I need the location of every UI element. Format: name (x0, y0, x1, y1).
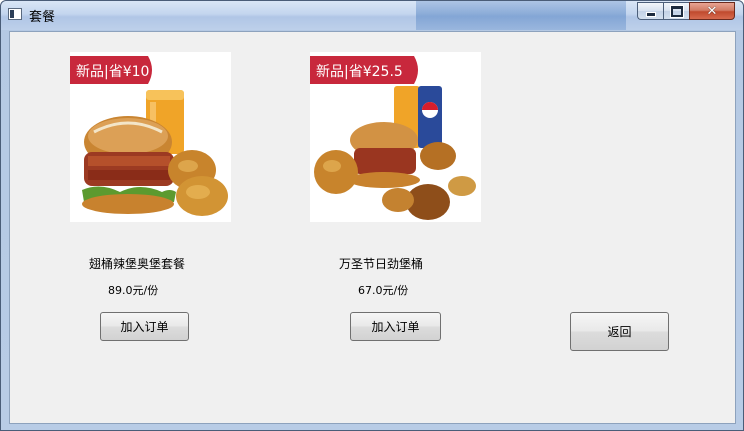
minimize-button[interactable] (637, 2, 663, 20)
product-price: 89.0元/份 (108, 284, 159, 297)
burger-combo-image: 新品|省¥10 (70, 56, 228, 216)
badge-text: 新品|省¥10 (76, 64, 149, 80)
app-icon (8, 8, 22, 20)
product-image: 新品|省¥25.5 (310, 52, 481, 222)
window: 套餐 ✕ 新品|省¥10 翅桶辣堡奥堡套餐 89.0元/份 加入订单 新品|省¥… (0, 0, 744, 431)
title-bar[interactable]: 套餐 ✕ (1, 1, 743, 30)
product-image: 新品|省¥10 (70, 52, 231, 222)
client-area: 新品|省¥10 翅桶辣堡奥堡套餐 89.0元/份 加入订单 新品|省¥25.5 … (9, 31, 736, 424)
close-button[interactable]: ✕ (689, 2, 735, 20)
product-name: 翅桶辣堡奥堡套餐 (89, 257, 186, 271)
product-price: 67.0元/份 (358, 284, 409, 297)
add-to-order-button[interactable]: 加入订单 (350, 312, 441, 341)
halloween-bucket-image: 新品|省¥25.5 (310, 56, 476, 220)
title-bar-glow (416, 1, 626, 30)
product-name: 万圣节日劲堡桶 (339, 257, 424, 271)
badge-text: 新品|省¥25.5 (316, 64, 403, 80)
add-to-order-button[interactable]: 加入订单 (100, 312, 189, 341)
maximize-icon (669, 4, 684, 18)
minimize-icon (645, 11, 656, 17)
maximize-button[interactable] (663, 2, 689, 20)
back-button[interactable]: 返回 (570, 312, 669, 351)
close-icon: ✕ (706, 3, 718, 19)
window-title: 套餐 (29, 10, 56, 25)
